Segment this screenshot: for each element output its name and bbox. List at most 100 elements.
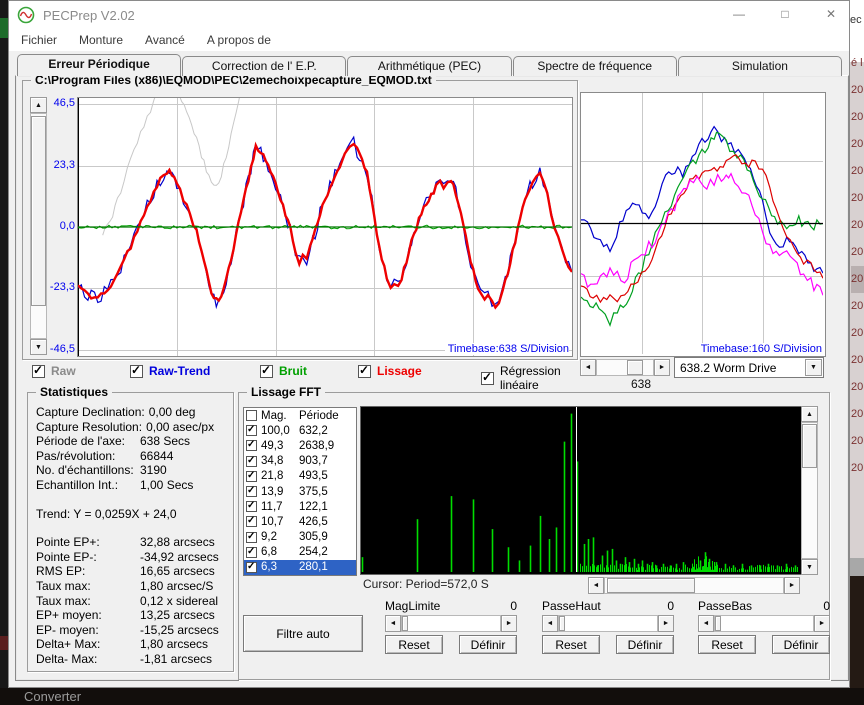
checkbox-icon[interactable]	[246, 470, 257, 482]
checkbox-icon[interactable]	[32, 363, 45, 378]
fft-list-item[interactable]: 13,9 375,5	[244, 484, 356, 499]
tab-correction-ep[interactable]: Correction de l' E.P.	[182, 56, 347, 76]
scroll-left-icon[interactable]: ◄	[580, 359, 596, 376]
checkbox-label: Raw	[51, 364, 76, 378]
menu-a-propos[interactable]: A propos de	[207, 33, 271, 47]
slider-thumb[interactable]	[402, 616, 408, 631]
scrollbar-thumb[interactable]	[802, 424, 817, 468]
checkbox-icon[interactable]	[130, 363, 143, 378]
maglimite-slider[interactable]: ◄ ►	[385, 615, 517, 632]
worm-cycle-scrollbar[interactable]: ◄ ►	[580, 359, 670, 376]
checkbox-icon[interactable]	[246, 424, 257, 437]
fft-list-item[interactable]: 34,8 903,7	[244, 454, 356, 469]
checkbox-icon[interactable]	[260, 363, 273, 378]
fft-vertical-scrollbar[interactable]: ▲ ▼	[801, 406, 818, 575]
fft-list-item[interactable]: 6,3 280,1	[244, 559, 356, 575]
fft-component-list[interactable]: Mag. Période 100,0 632,2 49,3 2638,9 34,8 903,7…	[243, 407, 357, 576]
scroll-left-icon[interactable]: ◄	[698, 615, 714, 632]
checkbox-raw-trend[interactable]: Raw-Trend	[130, 363, 210, 378]
stat-label: Pointe EP+:	[36, 535, 100, 550]
scroll-right-icon[interactable]: ►	[654, 359, 670, 376]
fft-list-item[interactable]: 10,7 426,5	[244, 514, 356, 529]
fft-list-item[interactable]: 21,8 493,5	[244, 469, 356, 484]
background-line: 20	[851, 462, 864, 474]
passehaut-reset-button[interactable]: Reset	[542, 635, 600, 654]
passebas-slider[interactable]: ◄ ►	[698, 615, 830, 632]
checkbox-icon[interactable]	[246, 455, 257, 467]
slider-thumb[interactable]	[559, 616, 565, 631]
worm-cycle-plot[interactable]: Timebase:160 S/Division	[580, 92, 826, 357]
maglimite-reset-button[interactable]: Reset	[385, 635, 443, 654]
checkbox-icon[interactable]	[246, 531, 257, 543]
stat-row: Pas/révolution: 66844	[36, 449, 229, 464]
scroll-up-icon[interactable]: ▲	[30, 97, 47, 113]
scroll-down-icon[interactable]: ▼	[801, 559, 818, 575]
passebas-definir-button[interactable]: Définir	[772, 635, 830, 654]
passehaut-definir-button[interactable]: Définir	[616, 635, 674, 654]
tab-erreur-periodique[interactable]: Erreur Périodique	[17, 54, 182, 76]
passehaut-value: 0	[667, 599, 674, 613]
title-bar[interactable]: PECPrep V2.02 — □ ✕	[9, 1, 849, 29]
close-icon[interactable]: ✕	[814, 1, 848, 27]
maglimite-definir-button[interactable]: Définir	[459, 635, 517, 654]
scroll-right-icon[interactable]: ►	[501, 615, 517, 632]
checkbox-label: Régression linéaire	[500, 364, 561, 392]
main-chart-y-labels: 46,5 23,3 0,0 -23,3 -46,5	[49, 97, 76, 355]
passebas-reset-button[interactable]: Reset	[698, 635, 756, 654]
stat-row: Pointe EP+: 32,88 arcsecs	[36, 535, 229, 550]
fft-item-mag: 9,2	[261, 531, 277, 544]
minimize-icon[interactable]: —	[722, 1, 756, 27]
y-label: 0,0	[59, 220, 75, 232]
slider-thumb[interactable]	[715, 616, 721, 631]
scroll-left-icon[interactable]: ◄	[385, 615, 401, 632]
scrollbar-thumb[interactable]	[31, 116, 46, 306]
checkbox-lissage[interactable]: Lissage	[358, 363, 422, 378]
fft-list-item[interactable]: 6,8 254,2	[244, 545, 356, 560]
checkbox-icon[interactable]	[246, 485, 257, 498]
background-line: 20	[851, 165, 864, 177]
filtre-auto-button[interactable]: Filtre auto	[243, 615, 363, 652]
checkbox-raw[interactable]: Raw	[32, 363, 76, 378]
chevron-down-icon[interactable]: ▼	[805, 359, 822, 376]
maximize-icon[interactable]: □	[768, 1, 802, 27]
checkbox-icon[interactable]	[358, 363, 371, 378]
checkbox-icon[interactable]	[246, 515, 257, 528]
menu-monture[interactable]: Monture	[79, 33, 123, 47]
scroll-left-icon[interactable]: ◄	[588, 577, 604, 594]
scroll-right-icon[interactable]: ►	[784, 577, 800, 594]
scroll-right-icon[interactable]: ►	[814, 615, 830, 632]
scroll-left-icon[interactable]: ◄	[542, 615, 558, 632]
stat-value: 13,25 arcsecs	[140, 608, 215, 623]
passehaut-slider[interactable]: ◄ ►	[542, 615, 674, 632]
fft-list-item[interactable]: 9,2 305,9	[244, 530, 356, 545]
checkbox-regression-lineaire[interactable]: Régression linéaire	[481, 364, 576, 392]
checkbox-icon[interactable]	[246, 439, 257, 452]
passehaut-label: PasseHaut	[542, 599, 601, 613]
maglimite-control: MagLimite 0 ◄ ► Reset Définir	[385, 599, 517, 659]
fft-list-item[interactable]: 11,7 122,1	[244, 499, 356, 514]
tab-simulation[interactable]: Simulation	[677, 56, 843, 76]
scrollbar-thumb[interactable]	[607, 578, 695, 593]
scroll-right-icon[interactable]: ►	[658, 615, 674, 632]
checkbox-icon[interactable]	[246, 546, 257, 558]
menu-avance[interactable]: Avancé	[145, 33, 185, 47]
checkbox-icon[interactable]	[246, 410, 257, 422]
tab-arithmetique-pec[interactable]: Arithmétique (PEC)	[347, 56, 512, 76]
main-chart-vertical-scrollbar[interactable]: ▲ ▼	[30, 97, 47, 355]
tab-spectre-frequence[interactable]: Spectre de fréquence	[512, 56, 677, 76]
fft-list-item[interactable]: 100,0 632,2	[244, 423, 356, 438]
checkbox-icon[interactable]	[246, 561, 257, 573]
worm-drive-select[interactable]: 638.2 Worm Drive ▼	[674, 357, 824, 378]
checkbox-icon[interactable]	[481, 370, 494, 385]
periodic-error-plot[interactable]: Timebase:638 S/Division	[77, 97, 573, 357]
fft-spectrum-plot[interactable]	[360, 406, 802, 575]
scroll-down-icon[interactable]: ▼	[30, 339, 47, 355]
scroll-up-icon[interactable]: ▲	[801, 406, 818, 422]
fft-list-item[interactable]: 49,3 2638,9	[244, 438, 356, 453]
checkbox-bruit[interactable]: Bruit	[260, 363, 307, 378]
menu-fichier[interactable]: Fichier	[21, 33, 57, 47]
scrollbar-thumb[interactable]	[627, 360, 643, 375]
stat-value: 638 Secs	[140, 434, 191, 449]
checkbox-icon[interactable]	[246, 500, 257, 513]
fft-horizontal-scrollbar[interactable]: ◄ ►	[588, 577, 800, 594]
